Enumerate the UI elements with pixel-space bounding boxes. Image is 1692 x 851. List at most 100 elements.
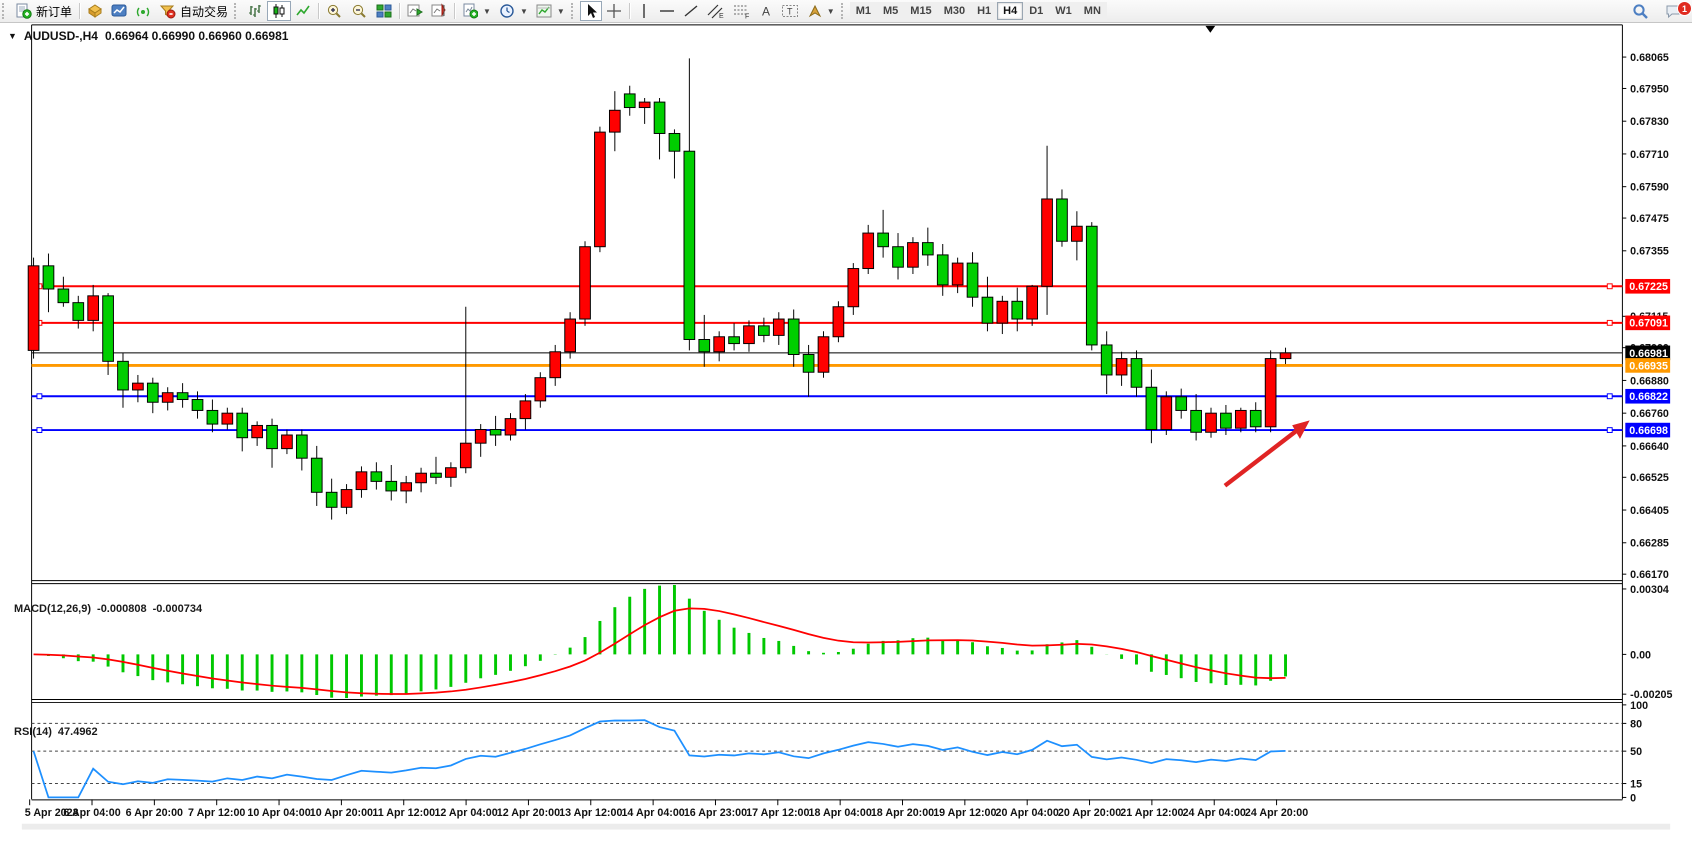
fibonacci-button[interactable]: F — [729, 1, 755, 21]
timeframe-button-H1[interactable]: H1 — [971, 2, 997, 20]
templates-dropdown[interactable]: ▼ — [532, 1, 569, 21]
svg-text:20 Apr 20:00: 20 Apr 20:00 — [1058, 807, 1121, 819]
text-label-button[interactable]: T — [777, 1, 803, 21]
vertical-line-icon — [638, 3, 650, 19]
svg-text:11 Apr 12:00: 11 Apr 12:00 — [372, 807, 435, 819]
channel-icon: E — [707, 3, 725, 19]
svg-text:0.67950: 0.67950 — [1630, 83, 1669, 95]
svg-text:0.67710: 0.67710 — [1630, 149, 1669, 161]
market-button[interactable] — [83, 1, 107, 21]
svg-text:15: 15 — [1630, 778, 1642, 790]
new-chart-dropdown[interactable]: ▼ — [458, 1, 495, 21]
notifications-button[interactable]: 1 — [1661, 1, 1686, 21]
line-chart-button[interactable] — [291, 1, 315, 21]
svg-text:18 Apr 20:00: 18 Apr 20:00 — [871, 807, 934, 819]
scroll-to-end-button[interactable] — [403, 1, 427, 21]
community-button[interactable] — [107, 1, 131, 21]
cursor-button[interactable] — [580, 1, 602, 21]
periods-dropdown[interactable]: ▼ — [495, 1, 532, 21]
chart-shift-button[interactable] — [427, 1, 451, 21]
notification-badge: 1 — [1677, 1, 1692, 16]
autotrading-button[interactable]: 自动交易 — [155, 1, 232, 21]
toolbar: 新订单 自动交易 — [0, 0, 1692, 23]
svg-text:A: A — [762, 5, 770, 19]
signals-button[interactable] — [131, 1, 155, 21]
rsi-value: 47.4962 — [58, 726, 98, 738]
svg-text:0.67475: 0.67475 — [1630, 213, 1669, 225]
candlestick-chart-button[interactable] — [267, 1, 291, 21]
toolbar-grip — [571, 3, 578, 19]
toolbar-grip — [2, 3, 9, 19]
tile-windows-button[interactable] — [372, 1, 396, 21]
macd-main-value: -0.000808 — [97, 603, 147, 615]
trendline-button[interactable] — [679, 1, 703, 21]
timeframe-button-MN[interactable]: MN — [1078, 2, 1107, 20]
line-chart-icon — [295, 3, 311, 19]
svg-text:0.66760: 0.66760 — [1630, 408, 1669, 420]
svg-text:0.67830: 0.67830 — [1630, 116, 1669, 128]
svg-text:6 Apr 04:00: 6 Apr 04:00 — [63, 807, 120, 819]
new-order-button[interactable]: 新订单 — [11, 1, 76, 21]
text-button[interactable]: A — [755, 1, 777, 21]
svg-text:0.66170: 0.66170 — [1630, 569, 1669, 581]
timeframe-button-M30[interactable]: M30 — [938, 2, 971, 20]
svg-text:0.67590: 0.67590 — [1630, 182, 1669, 194]
timeframe-button-W1[interactable]: W1 — [1049, 2, 1078, 20]
svg-text:10 Apr 20:00: 10 Apr 20:00 — [310, 807, 373, 819]
vertical-line-button[interactable] — [633, 1, 655, 21]
svg-text:24 Apr 04:00: 24 Apr 04:00 — [1183, 807, 1246, 819]
svg-text:80: 80 — [1630, 718, 1642, 730]
timeframe-button-M5[interactable]: M5 — [877, 2, 904, 20]
svg-text:0.68065: 0.68065 — [1630, 52, 1669, 64]
chart-area[interactable]: 0.68065 0.67950 0.67830 0.67710 0.67590 0.674… — [0, 22, 1692, 851]
svg-text:7 Apr 12:00: 7 Apr 12:00 — [188, 807, 245, 819]
timeframe-button-M1[interactable]: M1 — [850, 2, 877, 20]
arrows-dropdown[interactable]: ▼ — [803, 1, 839, 21]
dropdown-arrow-icon: ▼ — [520, 7, 528, 16]
svg-text:17 Apr 12:00: 17 Apr 12:00 — [746, 807, 809, 819]
svg-text:0: 0 — [1630, 792, 1636, 804]
svg-text:0.66880: 0.66880 — [1630, 375, 1669, 387]
zoom-in-icon — [326, 3, 343, 19]
monitor-chart-icon — [111, 3, 127, 19]
rsi-indicator-label: RSI(14) 47.4962 — [14, 726, 98, 738]
timeframe-button-H4[interactable]: H4 — [997, 2, 1023, 20]
horizontal-line-icon — [659, 3, 675, 19]
svg-text:24 Apr 20:00: 24 Apr 20:00 — [1245, 807, 1308, 819]
symbol-dropdown-icon[interactable]: ▼ — [8, 31, 17, 41]
crosshair-button[interactable] — [602, 1, 626, 21]
macd-indicator-label: MACD(12,26,9) -0.000808 -0.000734 — [14, 603, 202, 615]
svg-text:0.66640: 0.66640 — [1630, 441, 1669, 453]
toolbar-separator — [79, 3, 80, 19]
zoom-out-button[interactable] — [347, 1, 372, 21]
ohlc-values: 0.66964 0.66990 0.66960 0.66981 — [105, 29, 289, 43]
crosshair-icon — [606, 3, 622, 19]
chart-canvas[interactable]: 0.68065 0.67950 0.67830 0.67710 0.67590 0.674… — [0, 22, 1692, 851]
cursor-icon — [584, 3, 598, 19]
candlestick-chart-icon — [271, 3, 287, 19]
dropdown-arrow-icon: ▼ — [483, 7, 491, 16]
bar-chart-icon — [247, 3, 263, 19]
search-button[interactable] — [1628, 1, 1653, 21]
svg-text:0.66285: 0.66285 — [1630, 538, 1669, 550]
svg-text:0.66405: 0.66405 — [1630, 505, 1669, 517]
equidistant-channel-button[interactable]: E — [703, 1, 729, 21]
toolbar-grip — [841, 3, 848, 19]
toolbar-separator — [318, 3, 319, 19]
timeframe-button-M15[interactable]: M15 — [904, 2, 937, 20]
macd-signal-value: -0.000734 — [153, 603, 203, 615]
zoom-in-button[interactable] — [322, 1, 347, 21]
toolbar-separator — [454, 3, 455, 19]
bar-chart-button[interactable] — [243, 1, 267, 21]
svg-text:0.66525: 0.66525 — [1630, 472, 1669, 484]
svg-text:50: 50 — [1630, 746, 1642, 758]
timeframe-group: M1M5M15M30H1H4D1W1MN — [850, 2, 1107, 20]
timeframe-button-D1[interactable]: D1 — [1023, 2, 1049, 20]
svg-text:13 Apr 12:00: 13 Apr 12:00 — [559, 807, 622, 819]
svg-text:F: F — [745, 14, 749, 20]
svg-text:16 Apr 23:00: 16 Apr 23:00 — [684, 807, 747, 819]
horizontal-line-button[interactable] — [655, 1, 679, 21]
chart-shift-icon — [431, 3, 447, 19]
search-icon — [1632, 3, 1649, 20]
svg-text:6 Apr 20:00: 6 Apr 20:00 — [126, 807, 183, 819]
